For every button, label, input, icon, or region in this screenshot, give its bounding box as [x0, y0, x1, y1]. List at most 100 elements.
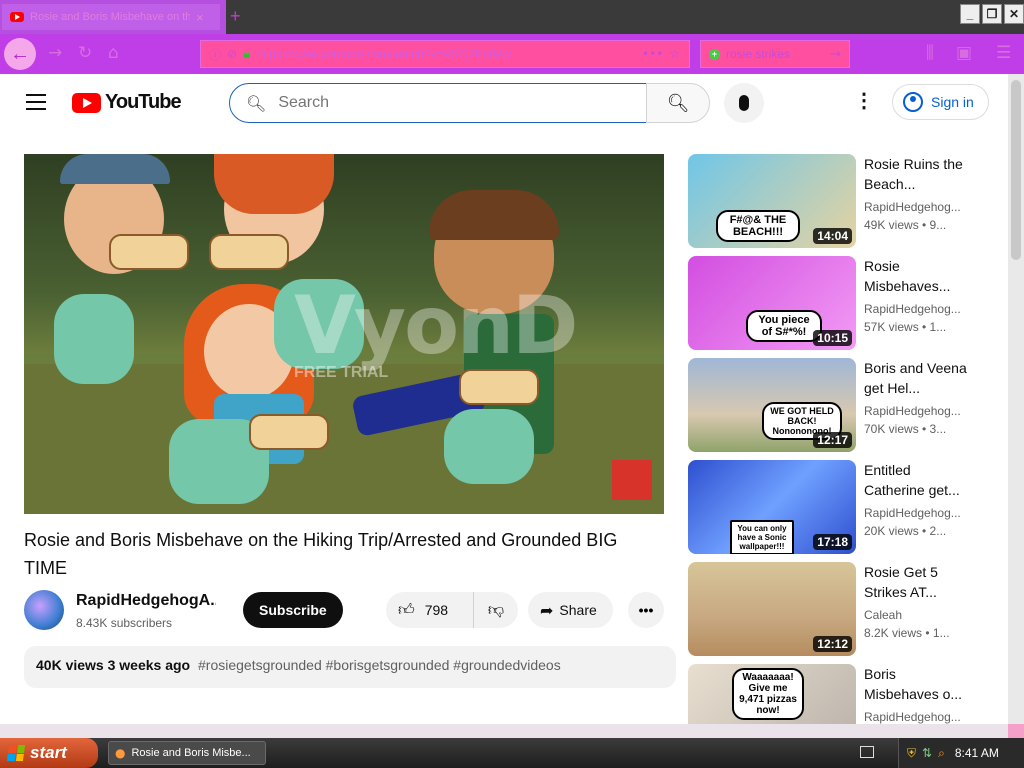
video-watermark-sub: FREE TRIAL [294, 364, 389, 381]
lock-icon[interactable]: 🔒︎ [243, 47, 250, 62]
video-duration: 10:15 [813, 330, 852, 346]
boris-hair [429, 190, 559, 240]
back-button[interactable]: ← [4, 38, 36, 70]
youtube-play-icon [72, 92, 101, 113]
voice-search-button[interactable] [724, 83, 764, 123]
sidebar-icon[interactable]: ▣ [956, 43, 972, 63]
sign-in-button[interactable]: Sign in [892, 84, 989, 120]
start-button[interactable]: start [0, 738, 98, 768]
description-box[interactable]: 40K views 3 weeks ago #rosiegetsgrounded… [24, 646, 676, 688]
recommendation-meta: 70K views • 3... [864, 422, 947, 436]
channel-row: RapidHedgehogA... 8.43K subscribers Subs… [24, 590, 664, 632]
restore-button[interactable]: ❐ [982, 4, 1002, 24]
share-button[interactable]: ➦ Share [528, 592, 613, 628]
minimize-button[interactable]: _ [960, 4, 980, 24]
video-thumbnail[interactable]: You piece of S#*%! 10:15 [688, 256, 856, 350]
new-tab-button[interactable]: + [230, 6, 241, 27]
more-actions-icon[interactable]: ••• [628, 592, 664, 628]
youtube-favicon-icon [10, 12, 24, 22]
reload-icon[interactable]: ↻ [78, 43, 92, 63]
recommendation-item[interactable]: WE GOT HELD BACK! Nonononono! 12:17 Bori… [688, 358, 988, 452]
youtube-logo-text: YouTube [105, 91, 182, 113]
url-text[interactable]: https://www.youtube.com/watch?v=eSZj7Fpf… [256, 47, 636, 61]
video-thumbnail[interactable]: Waaaaaaa! Give me 9,471 pizzas now! [688, 664, 856, 724]
recommendation-item[interactable]: 12:12 Rosie Get 5 Strikes AT... Caleah 8… [688, 562, 988, 656]
search-input[interactable] [278, 94, 619, 112]
network-icon[interactable]: ⇅ [922, 746, 932, 760]
close-tab-icon[interactable]: × [196, 10, 204, 25]
forest-floor [24, 364, 664, 514]
recommendation-channel[interactable]: RapidHedgehog... [864, 710, 974, 724]
thumbnail-caption: You can only have a Sonic wallpaper!!! [730, 520, 794, 554]
search-tray-icon[interactable]: ⌕ [938, 746, 945, 761]
like-button[interactable]: 👍︎ 798 [386, 592, 474, 628]
recommendation-title[interactable]: Boris and Veena get Hel... [864, 358, 974, 398]
recommendation-title[interactable]: Rosie Get 5 Strikes AT... [864, 562, 974, 602]
video-duration: 17:18 [813, 534, 852, 550]
backpack-green-icon [54, 294, 134, 384]
menu-icon[interactable]: ☰ [996, 43, 1011, 63]
recommendation-meta: 57K views • 1... [864, 320, 947, 334]
url-bar[interactable]: ⓘ ⊘ 🔒︎ https://www.youtube.com/watch?v=e… [200, 40, 690, 68]
recommendation-title[interactable]: Boris Misbehaves o... [864, 664, 974, 704]
video-player[interactable]: VyonD FREE TRIAL [24, 154, 664, 514]
search-button[interactable]: 🔍︎ [646, 83, 710, 123]
horizontal-scrollbar[interactable] [0, 724, 1008, 738]
recommendation-channel[interactable]: RapidHedgehog... [864, 404, 974, 418]
library-icon[interactable]: ⫼ [926, 43, 934, 63]
recommendation-item[interactable]: You can only have a Sonic wallpaper!!! 1… [688, 460, 988, 554]
go-arrow-icon[interactable]: → [830, 47, 841, 62]
settings-kebab-icon[interactable]: ⋮ [854, 90, 874, 112]
bookmark-star-icon[interactable]: ☆ [669, 47, 680, 61]
browser-tab[interactable]: Rosie and Boris Misbehave on the Hiking … [2, 4, 220, 30]
tracking-protection-icon[interactable]: ⊘ [227, 47, 237, 61]
hamburger-menu-icon[interactable] [26, 94, 46, 110]
page-actions-icon[interactable]: ••• [642, 47, 663, 61]
thumbs-down-icon: 👎︎ [487, 600, 505, 619]
scrollbar-thumb[interactable] [1011, 80, 1021, 260]
search-bar-text[interactable]: rosie strikes [726, 47, 824, 61]
sandwich-icon [249, 414, 329, 450]
recommendation-channel[interactable]: RapidHedgehog... [864, 200, 974, 214]
recommendation-channel[interactable]: Caleah [864, 608, 974, 622]
close-window-button[interactable]: ✕ [1004, 4, 1024, 24]
video-thumbnail[interactable]: WE GOT HELD BACK! Nonononono! 12:17 [688, 358, 856, 452]
recommendation-channel[interactable]: RapidHedgehog... [864, 506, 974, 520]
video-thumbnail[interactable]: You can only have a Sonic wallpaper!!! 1… [688, 460, 856, 554]
channel-avatar[interactable] [24, 590, 64, 630]
browser-navbar: ← → ↻ ⌂ ⓘ ⊘ 🔒︎ https://www.youtube.com/w… [0, 34, 1024, 74]
keyboard-icon[interactable] [860, 746, 874, 758]
dislike-button[interactable]: 👎︎ [474, 600, 518, 620]
recommendation-item[interactable]: You piece of S#*%! 10:15 Rosie Misbehave… [688, 256, 988, 350]
subscribe-button[interactable]: Subscribe [243, 592, 343, 628]
video-duration: 14:04 [813, 228, 852, 244]
recommendation-meta: 49K views • 9... [864, 218, 947, 232]
clock[interactable]: 8:41 AM [955, 746, 999, 760]
info-icon[interactable]: ⓘ [209, 46, 221, 63]
microphone-icon [739, 95, 749, 111]
recommendation-title[interactable]: Entitled Catherine get... [864, 460, 974, 500]
forward-icon[interactable]: → [48, 43, 62, 63]
recommendation-channel[interactable]: RapidHedgehog... [864, 302, 974, 316]
boy-cap [60, 154, 170, 184]
taskbar-window-item[interactable]: ● Rosie and Boris Misbe... [108, 741, 266, 765]
video-thumbnail[interactable]: 12:12 [688, 562, 856, 656]
recommendation-item[interactable]: Waaaaaaa! Give me 9,471 pizzas now! Bori… [688, 664, 988, 724]
window-controls: _ ❐ ✕ [960, 4, 1024, 24]
youtube-logo[interactable]: YouTube [72, 91, 182, 114]
recommendation-title[interactable]: Rosie Ruins the Beach... [864, 154, 974, 194]
video-thumbnail[interactable]: F#@& THE BEACH!!! 14:04 [688, 154, 856, 248]
recommendation-meta: 20K views • 2... [864, 524, 947, 538]
like-dislike-group: 👍︎ 798 👎︎ [386, 592, 518, 628]
channel-name[interactable]: RapidHedgehogA... [76, 592, 216, 610]
upload-date: 3 weeks ago [107, 657, 191, 673]
hashtags[interactable]: #rosiegetsgrounded #borisgetsgrounded #g… [198, 657, 561, 673]
recommendation-item[interactable]: F#@& THE BEACH!!! 14:04 Rosie Ruins the … [688, 154, 988, 248]
search-bar[interactable]: + rosie strikes → [700, 40, 850, 68]
video-duration: 12:12 [813, 636, 852, 652]
home-icon[interactable]: ⌂ [108, 43, 119, 63]
search-icon: 🔍︎ [246, 93, 267, 113]
recommendation-title[interactable]: Rosie Misbehaves... [864, 256, 974, 296]
youtube-search-box[interactable]: 🔍︎ [229, 83, 647, 123]
security-shield-icon[interactable]: ⛨ [907, 746, 916, 761]
